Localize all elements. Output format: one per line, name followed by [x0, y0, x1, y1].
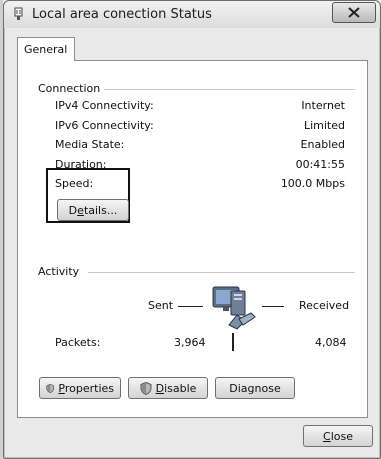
tab-general[interactable]: General [17, 37, 75, 61]
duration-value: 00:41:55 [295, 158, 345, 171]
activity-separator [232, 333, 234, 351]
packets-received-value: 4,084 [315, 336, 347, 349]
ipv6-value: Limited [303, 119, 345, 132]
title-bar: Local area conection Status [4, 1, 380, 28]
media-state-label: Media State: [55, 138, 125, 151]
network-connection-icon [212, 286, 256, 330]
details-button[interactable]: Details... [57, 199, 129, 221]
properties-button-label: Properties [58, 381, 114, 395]
packets-sent-value: 3,964 [174, 336, 206, 349]
properties-button[interactable]: Properties [39, 377, 121, 399]
close-icon [348, 7, 360, 18]
connection-heading: Connection [38, 82, 101, 95]
tab-general-label: General [24, 43, 68, 56]
disable-button[interactable]: Disable [128, 377, 208, 399]
close-button[interactable]: Close [303, 425, 373, 447]
activity-divider [88, 272, 355, 273]
connection-divider [104, 89, 355, 90]
received-label: Received [299, 299, 350, 312]
packets-label: Packets: [55, 336, 101, 349]
window-title: Local area conection Status [32, 7, 212, 22]
media-state-value: Enabled [300, 138, 345, 151]
close-window-button[interactable] [332, 2, 376, 23]
close-button-label: Close [323, 429, 353, 443]
sent-line [178, 306, 203, 307]
diagnose-button[interactable]: Diagnose [215, 377, 295, 399]
speed-value: 100.0 Mbps [280, 177, 345, 190]
network-adapter-icon [14, 7, 23, 20]
ipv6-label: IPv6 Connectivity: [55, 119, 154, 132]
diagnose-button-label: Diagnose [229, 381, 281, 395]
ipv4-value: Internet [301, 99, 345, 112]
activity-heading: Activity [38, 265, 80, 278]
disable-button-label: Disable [155, 381, 197, 395]
uac-shield-icon [140, 381, 152, 395]
uac-shield-icon [46, 383, 55, 393]
received-line [262, 306, 284, 307]
sent-label: Sent [148, 299, 174, 312]
ipv4-label: IPv4 Connectivity: [55, 99, 154, 112]
details-button-label: Details... [68, 203, 118, 217]
general-panel [17, 60, 368, 418]
